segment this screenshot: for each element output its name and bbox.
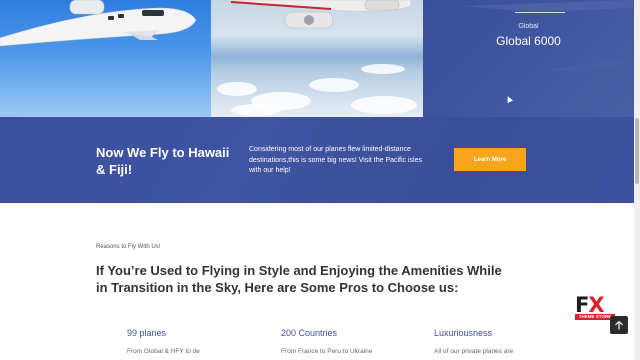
page-scrollbar[interactable] <box>634 0 640 360</box>
card-kicker: Global <box>518 23 539 30</box>
jet-silhouette <box>463 0 633 72</box>
learn-more-button[interactable]: Learn More <box>454 148 526 171</box>
feature-title: 99 planes <box>127 328 167 338</box>
title-divider <box>515 12 565 13</box>
feature-title: 200 Countries <box>281 328 338 338</box>
jet-photo-clouds[interactable] <box>211 0 423 117</box>
hero-image-strip: Global Global 6000 <box>0 0 634 117</box>
section-kicker: Reasons to Fly With Us! <box>96 244 161 250</box>
jet-illustration <box>0 0 197 47</box>
logo-tagline: THEME STORE <box>575 314 615 320</box>
promo-description: Considering most of our planes flew limi… <box>249 146 423 174</box>
feature-title: Luxuriousness <box>434 328 493 338</box>
jet-illustration <box>220 0 412 29</box>
fx-theme-store-logo[interactable]: FX THEME STORE <box>575 294 615 325</box>
scrollbar-thumb[interactable] <box>635 118 639 184</box>
back-to-top-button[interactable] <box>610 316 628 334</box>
section-heading: If You’re Used to Flying in Style and En… <box>96 263 502 295</box>
jet-photo-sky[interactable] <box>0 0 211 117</box>
arrow-up-icon <box>615 320 623 329</box>
feature-description: All of our private planes are <box>434 348 514 355</box>
feature-description: From Global & HFY to de <box>127 348 200 355</box>
logo-letters: FX <box>575 294 605 316</box>
promo-heading: Now We Fly to Hawaii & Fiji! <box>96 145 230 177</box>
global-6000-card[interactable]: Global Global 6000 <box>423 0 634 117</box>
card-title: Global 6000 <box>496 34 561 48</box>
feature-description: From France to Peru to Ukraine <box>281 348 373 355</box>
promo-banner: Now We Fly to Hawaii & Fiji! Considering… <box>0 117 634 203</box>
